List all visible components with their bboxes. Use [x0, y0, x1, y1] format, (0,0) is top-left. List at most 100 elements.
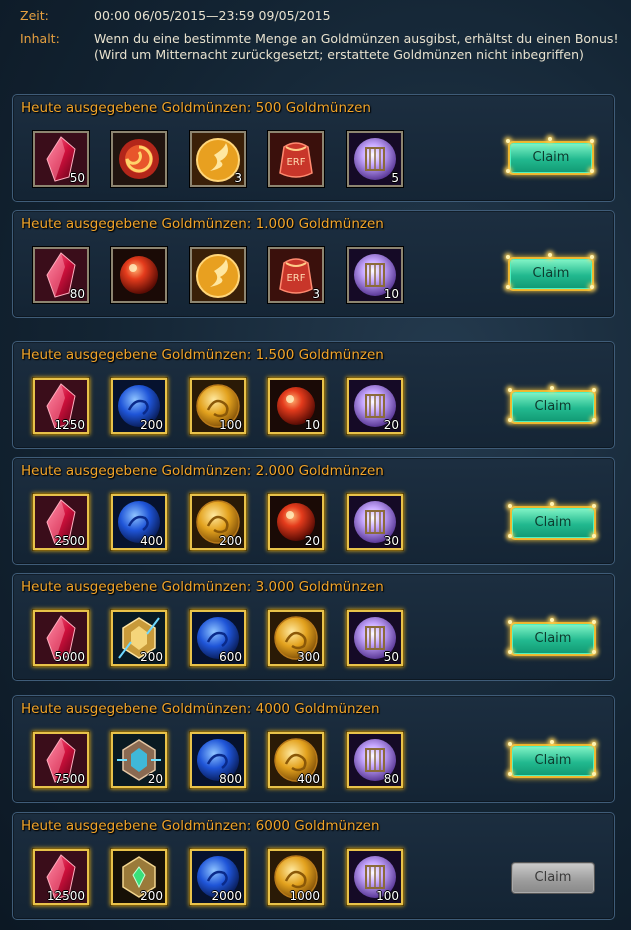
item-quantity: 600 [219, 650, 242, 664]
tier-title: Heute ausgegebene Goldmünzen: 1.500 Gold… [21, 347, 384, 363]
item-quantity: 20 [304, 534, 320, 548]
reward-item-slot[interactable]: 100 [190, 378, 246, 434]
sparkle-decoration [592, 742, 596, 746]
reward-item-slot[interactable]: ERF 3 [268, 247, 324, 303]
reward-item-slot[interactable]: 10 [268, 378, 324, 434]
sparkle-decoration [592, 504, 596, 508]
sparkle-decoration [550, 502, 554, 506]
claim-button[interactable]: Claim [510, 259, 592, 289]
reward-item-slot[interactable]: 200 [111, 610, 167, 666]
item-quantity: 100 [376, 889, 399, 903]
item-quantity: 10 [304, 418, 320, 432]
reward-item-slot[interactable]: 600 [190, 610, 246, 666]
reward-item-slot[interactable]: 50 [347, 610, 403, 666]
reward-item-slot[interactable] [111, 247, 167, 303]
reward-item-slot[interactable]: 1250 [33, 378, 89, 434]
reward-item-slot[interactable]: 10 [347, 247, 403, 303]
reward-item-slot[interactable]: 80 [33, 247, 89, 303]
claim-button[interactable]: Claim [510, 143, 592, 173]
item-quantity: 7500 [54, 772, 85, 786]
claim-button[interactable]: Claim [512, 392, 594, 422]
reward-item-slot[interactable]: 20 [347, 378, 403, 434]
red-swirl-orb-icon [113, 133, 165, 185]
reward-tier-panel: Heute ausgegebene Goldmünzen: 6000 Goldm… [12, 812, 615, 920]
reward-item-slot[interactable]: 2500 [33, 494, 89, 550]
reward-tier-panel: Heute ausgegebene Goldmünzen: 500 Goldmü… [12, 94, 615, 202]
sparkle-decoration [590, 285, 594, 289]
item-quantity: 3 [312, 287, 320, 301]
sparkle-decoration [508, 772, 512, 776]
sparkle-decoration [592, 620, 596, 624]
item-quantity: 800 [219, 772, 242, 786]
item-quantity: 30 [383, 534, 399, 548]
reward-item-slot[interactable]: 100 [347, 849, 403, 905]
sparkle-decoration [508, 742, 512, 746]
tier-title: Heute ausgegebene Goldmünzen: 6000 Goldm… [21, 818, 380, 834]
item-quantity: 80 [69, 287, 85, 301]
reward-item-slot[interactable]: 300 [268, 610, 324, 666]
item-quantity: 20 [383, 418, 399, 432]
item-quantity: 50 [69, 171, 85, 185]
reward-item-slot[interactable]: 400 [268, 732, 324, 788]
reward-item-slot[interactable]: 1000 [268, 849, 324, 905]
sparkle-decoration [592, 418, 596, 422]
item-quantity: 200 [140, 650, 163, 664]
tier-title: Heute ausgegebene Goldmünzen: 2.000 Gold… [21, 463, 384, 479]
reward-item-slot[interactable]: 800 [190, 732, 246, 788]
reward-item-slot[interactable]: 3 [190, 131, 246, 187]
reward-item-slot[interactable]: 5000 [33, 610, 89, 666]
item-quantity: 80 [383, 772, 399, 786]
sparkle-decoration [592, 534, 596, 538]
reward-item-slot[interactable]: 2000 [190, 849, 246, 905]
content-description: Wenn du eine bestimmte Menge an Goldmünz… [94, 31, 619, 62]
item-quantity: 1250 [54, 418, 85, 432]
reward-item-slot[interactable] [190, 247, 246, 303]
reward-item-slot[interactable]: 20 [111, 732, 167, 788]
sparkle-decoration [592, 650, 596, 654]
item-quantity: 200 [140, 889, 163, 903]
reward-tier-panel: Heute ausgegebene Goldmünzen: 1.000 Gold… [12, 210, 615, 318]
tier-title: Heute ausgegebene Goldmünzen: 1.000 Gold… [21, 216, 384, 232]
red-orb-icon [113, 249, 165, 301]
reward-item-slot[interactable]: 200 [111, 849, 167, 905]
tier-title: Heute ausgegebene Goldmünzen: 4000 Goldm… [21, 701, 380, 717]
svg-text:ERF: ERF [286, 157, 305, 168]
claim-button[interactable]: Claim [512, 508, 594, 538]
tier-title: Heute ausgegebene Goldmünzen: 500 Goldmü… [21, 100, 371, 116]
item-quantity: 50 [383, 650, 399, 664]
exp-pouch-icon: ERF [270, 133, 322, 185]
item-quantity: 200 [219, 534, 242, 548]
reward-item-slot[interactable]: 5 [347, 131, 403, 187]
reward-item-slot[interactable]: 200 [190, 494, 246, 550]
event-header: Zeit: 00:00 06/05/2015—23:59 09/05/2015 … [0, 0, 631, 90]
reward-tier-panel: Heute ausgegebene Goldmünzen: 2.000 Gold… [12, 457, 615, 565]
reward-item-slot[interactable]: 400 [111, 494, 167, 550]
sparkle-decoration [590, 255, 594, 259]
sparkle-decoration [508, 650, 512, 654]
time-value: 00:00 06/05/2015—23:59 09/05/2015 [94, 8, 331, 23]
reward-item-slot[interactable]: 20 [268, 494, 324, 550]
reward-item-slot[interactable]: ERF [268, 131, 324, 187]
item-quantity: 1000 [289, 889, 320, 903]
reward-item-slot[interactable]: 12500 [33, 849, 89, 905]
sparkle-decoration [548, 137, 552, 141]
reward-item-slot[interactable]: 80 [347, 732, 403, 788]
svg-text:ERF: ERF [286, 273, 305, 284]
sparkle-decoration [506, 255, 510, 259]
reward-tier-panel: Heute ausgegebene Goldmünzen: 3.000 Gold… [12, 573, 615, 681]
reward-item-slot[interactable] [111, 131, 167, 187]
sparkle-decoration [592, 772, 596, 776]
sparkle-decoration [508, 504, 512, 508]
claim-button[interactable]: Claim [512, 746, 594, 776]
reward-item-slot[interactable]: 30 [347, 494, 403, 550]
sparkle-decoration [508, 388, 512, 392]
gold-coin-icon [192, 249, 244, 301]
item-quantity: 400 [297, 772, 320, 786]
item-quantity: 200 [140, 418, 163, 432]
claim-button[interactable]: Claim [512, 863, 594, 893]
reward-item-slot[interactable]: 7500 [33, 732, 89, 788]
sparkle-decoration [548, 253, 552, 257]
reward-item-slot[interactable]: 200 [111, 378, 167, 434]
reward-item-slot[interactable]: 50 [33, 131, 89, 187]
claim-button[interactable]: Claim [512, 624, 594, 654]
